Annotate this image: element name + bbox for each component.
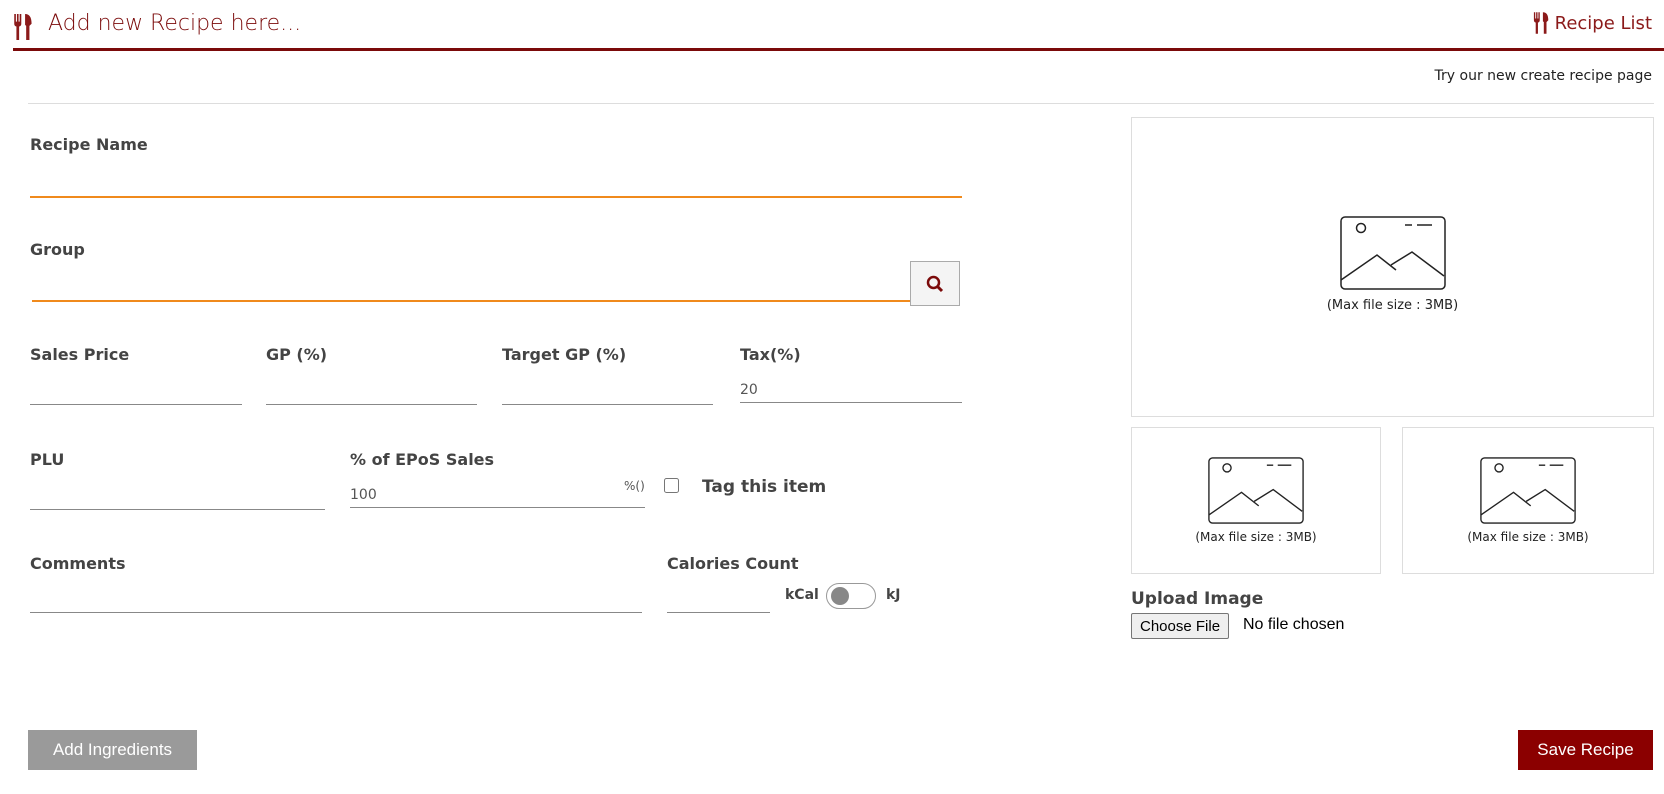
epos-sales-input[interactable] <box>350 487 645 508</box>
cutlery-icon <box>1533 12 1551 34</box>
tag-item-label: Tag this item <box>702 477 827 497</box>
kj-label: kJ <box>886 587 901 603</box>
choose-file-button[interactable]: Choose File <box>1131 613 1230 639</box>
image-upload-3[interactable]: (Max file size : 3MB) <box>1402 427 1654 574</box>
image-placeholder-icon <box>1480 457 1576 524</box>
group-input[interactable] <box>32 280 910 302</box>
comments-input[interactable] <box>30 592 642 613</box>
recipe-list-label: Recipe List <box>1554 12 1652 34</box>
add-ingredients-button[interactable]: Add Ingredients <box>28 730 197 770</box>
upload-image-label: Upload Image <box>1131 589 1264 609</box>
recipe-name-label: Recipe Name <box>30 135 148 154</box>
comments-label: Comments <box>30 554 126 573</box>
save-recipe-button[interactable]: Save Recipe <box>1518 730 1653 770</box>
divider <box>28 103 1654 104</box>
target-gp-label: Target GP (%) <box>502 345 627 364</box>
try-new-create-page-link[interactable]: Try our new create recipe page <box>1435 68 1652 84</box>
main-image-upload[interactable]: (Max file size : 3MB) <box>1131 117 1654 417</box>
search-icon <box>926 275 944 292</box>
max-file-size-text: (Max file size : 3MB) <box>1326 297 1459 313</box>
recipe-name-input[interactable] <box>30 176 962 198</box>
calorie-unit-toggle[interactable] <box>826 583 876 609</box>
max-file-size-text: (Max file size : 3MB) <box>1195 530 1317 544</box>
plu-label: PLU <box>30 450 65 469</box>
gp-label: GP (%) <box>266 345 328 364</box>
epos-sales-label: % of EPoS Sales <box>350 450 495 469</box>
epos-suffix: %() <box>624 479 645 493</box>
tax-input[interactable] <box>740 382 962 403</box>
gp-input[interactable] <box>266 384 477 405</box>
group-search-button[interactable] <box>910 261 960 306</box>
sales-price-input[interactable] <box>30 384 242 405</box>
image-placeholder-icon <box>1208 457 1304 524</box>
tag-item-checkbox[interactable] <box>664 478 679 493</box>
header-divider <box>13 48 1664 51</box>
max-file-size-text: (Max file size : 3MB) <box>1467 530 1589 544</box>
tax-label: Tax(%) <box>740 345 801 364</box>
image-placeholder-icon <box>1340 216 1446 290</box>
target-gp-input[interactable] <box>502 384 713 405</box>
page-title: Add new Recipe here... <box>48 11 302 36</box>
file-status: No file chosen <box>1243 616 1345 633</box>
group-label: Group <box>30 240 85 259</box>
calories-input[interactable] <box>667 592 770 613</box>
recipe-list-link[interactable]: Recipe List <box>1533 12 1652 34</box>
plu-input[interactable] <box>30 489 325 510</box>
kcal-label: kCal <box>785 587 819 603</box>
calories-label: Calories Count <box>667 554 799 573</box>
sales-price-label: Sales Price <box>30 345 130 364</box>
toggle-knob <box>831 587 849 605</box>
image-upload-2[interactable]: (Max file size : 3MB) <box>1131 427 1381 574</box>
cutlery-icon <box>13 14 35 40</box>
